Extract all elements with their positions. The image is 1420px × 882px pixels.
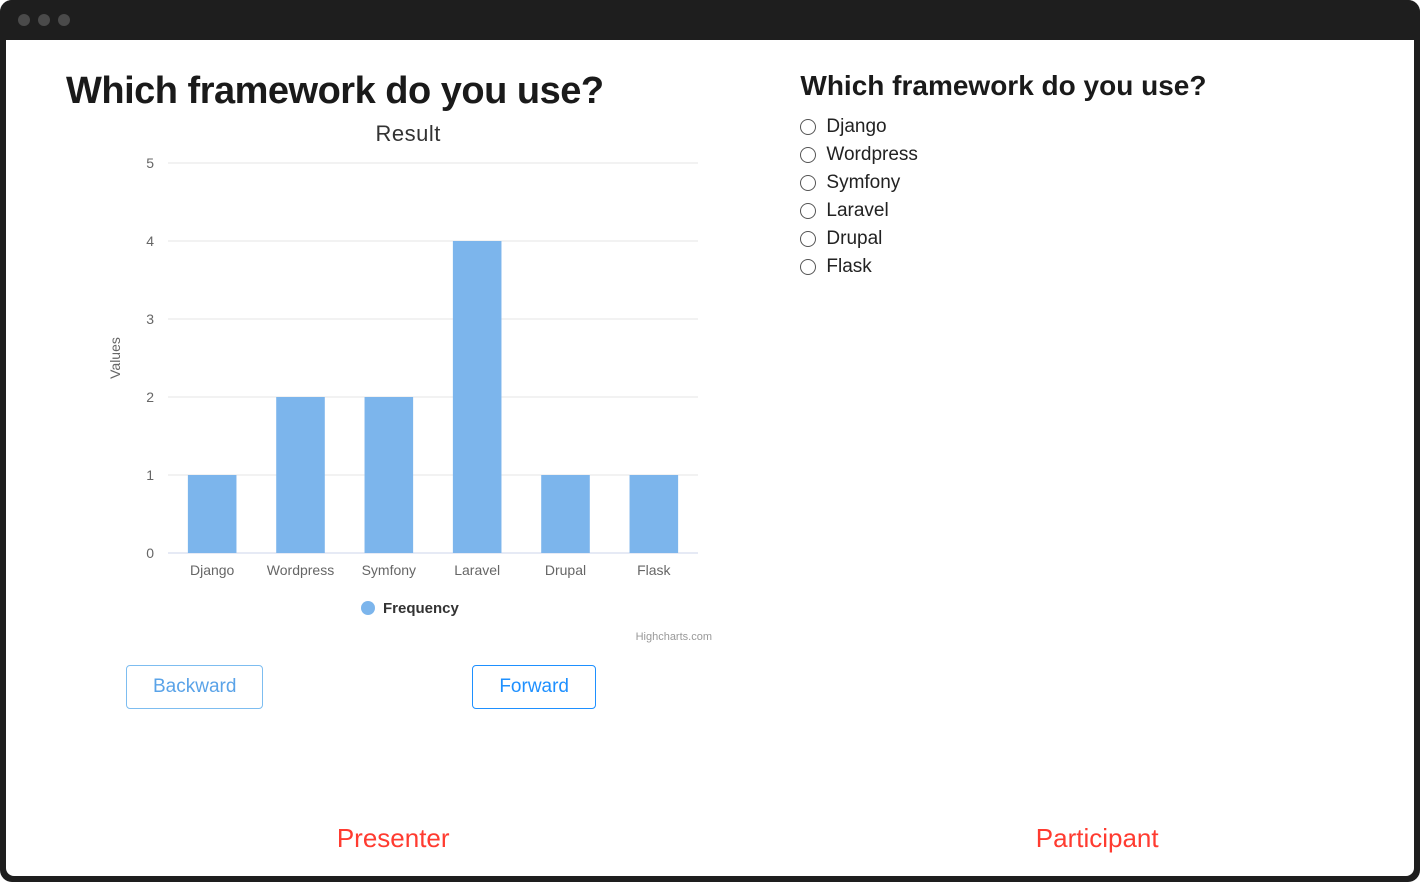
chart-title: Result (98, 121, 718, 147)
x-tick-label: Drupal (545, 562, 586, 578)
presenter-question-title: Which framework do you use? (66, 70, 750, 113)
x-tick-label: Laravel (454, 562, 500, 578)
option-row[interactable]: Symfony (800, 172, 1374, 194)
radio-icon (800, 175, 816, 191)
x-tick-label: Flask (637, 562, 671, 578)
option-label: Laravel (826, 200, 888, 222)
option-label: Symfony (826, 172, 900, 194)
y-tick-label: 4 (146, 233, 154, 249)
x-tick-label: Symfony (362, 562, 416, 578)
bar (188, 475, 237, 553)
option-row[interactable]: Wordpress (800, 144, 1374, 166)
chart-legend: Frequency (98, 593, 718, 623)
bar-chart: 0 1 2 3 4 5 Values Django Wordpress Symfony Larave… (98, 153, 718, 593)
option-label: Flask (826, 256, 871, 278)
bar (630, 475, 679, 553)
y-tick-label: 1 (146, 467, 154, 483)
backward-button[interactable]: Backward (126, 665, 263, 709)
window-min-dot[interactable] (38, 14, 50, 26)
app-window: Which framework do you use? Result 0 1 2 3 4… (0, 0, 1420, 882)
option-row[interactable]: Drupal (800, 228, 1374, 250)
x-tick-label: Wordpress (267, 562, 334, 578)
bar (453, 241, 502, 553)
nav-button-row: Backward Forward (126, 665, 596, 709)
chart-container: Result 0 1 2 3 4 5 Values Django Wordpress Symfon… (98, 121, 718, 651)
presenter-role-label: Presenter (337, 823, 450, 854)
y-axis-label: Values (107, 337, 123, 379)
x-tick-label: Django (190, 562, 235, 578)
participant-role-label: Participant (1036, 823, 1159, 854)
chart-credits-row: Highcharts.com (98, 628, 718, 646)
participant-pane: Which framework do you use? Django Wordpr… (780, 40, 1414, 876)
window-max-dot[interactable] (58, 14, 70, 26)
bar (276, 397, 325, 553)
option-row[interactable]: Flask (800, 256, 1374, 278)
y-tick-label: 2 (146, 389, 154, 405)
presenter-pane: Which framework do you use? Result 0 1 2 3 4… (6, 40, 780, 876)
radio-icon (800, 203, 816, 219)
y-tick-label: 3 (146, 311, 154, 327)
option-label: Wordpress (826, 144, 918, 166)
bar (365, 397, 414, 553)
content-area: Which framework do you use? Result 0 1 2 3 4… (6, 40, 1414, 876)
option-row[interactable]: Django (800, 116, 1374, 138)
window-close-dot[interactable] (18, 14, 30, 26)
option-row[interactable]: Laravel (800, 200, 1374, 222)
option-label: Drupal (826, 228, 882, 250)
radio-icon (800, 231, 816, 247)
participant-question-title: Which framework do you use? (800, 70, 1374, 102)
radio-icon (800, 259, 816, 275)
chart-credits: Highcharts.com (636, 631, 712, 643)
radio-icon (800, 147, 816, 163)
y-tick-label: 0 (146, 545, 154, 561)
window-titlebar (0, 0, 1420, 40)
legend-marker-icon (361, 601, 375, 615)
options-list: Django Wordpress Symfony Laravel Drupal Flask (800, 116, 1374, 278)
legend-label: Frequency (383, 600, 460, 617)
bar (541, 475, 590, 553)
forward-button[interactable]: Forward (472, 665, 596, 709)
option-label: Django (826, 116, 886, 138)
radio-icon (800, 119, 816, 135)
y-tick-label: 5 (146, 155, 154, 171)
